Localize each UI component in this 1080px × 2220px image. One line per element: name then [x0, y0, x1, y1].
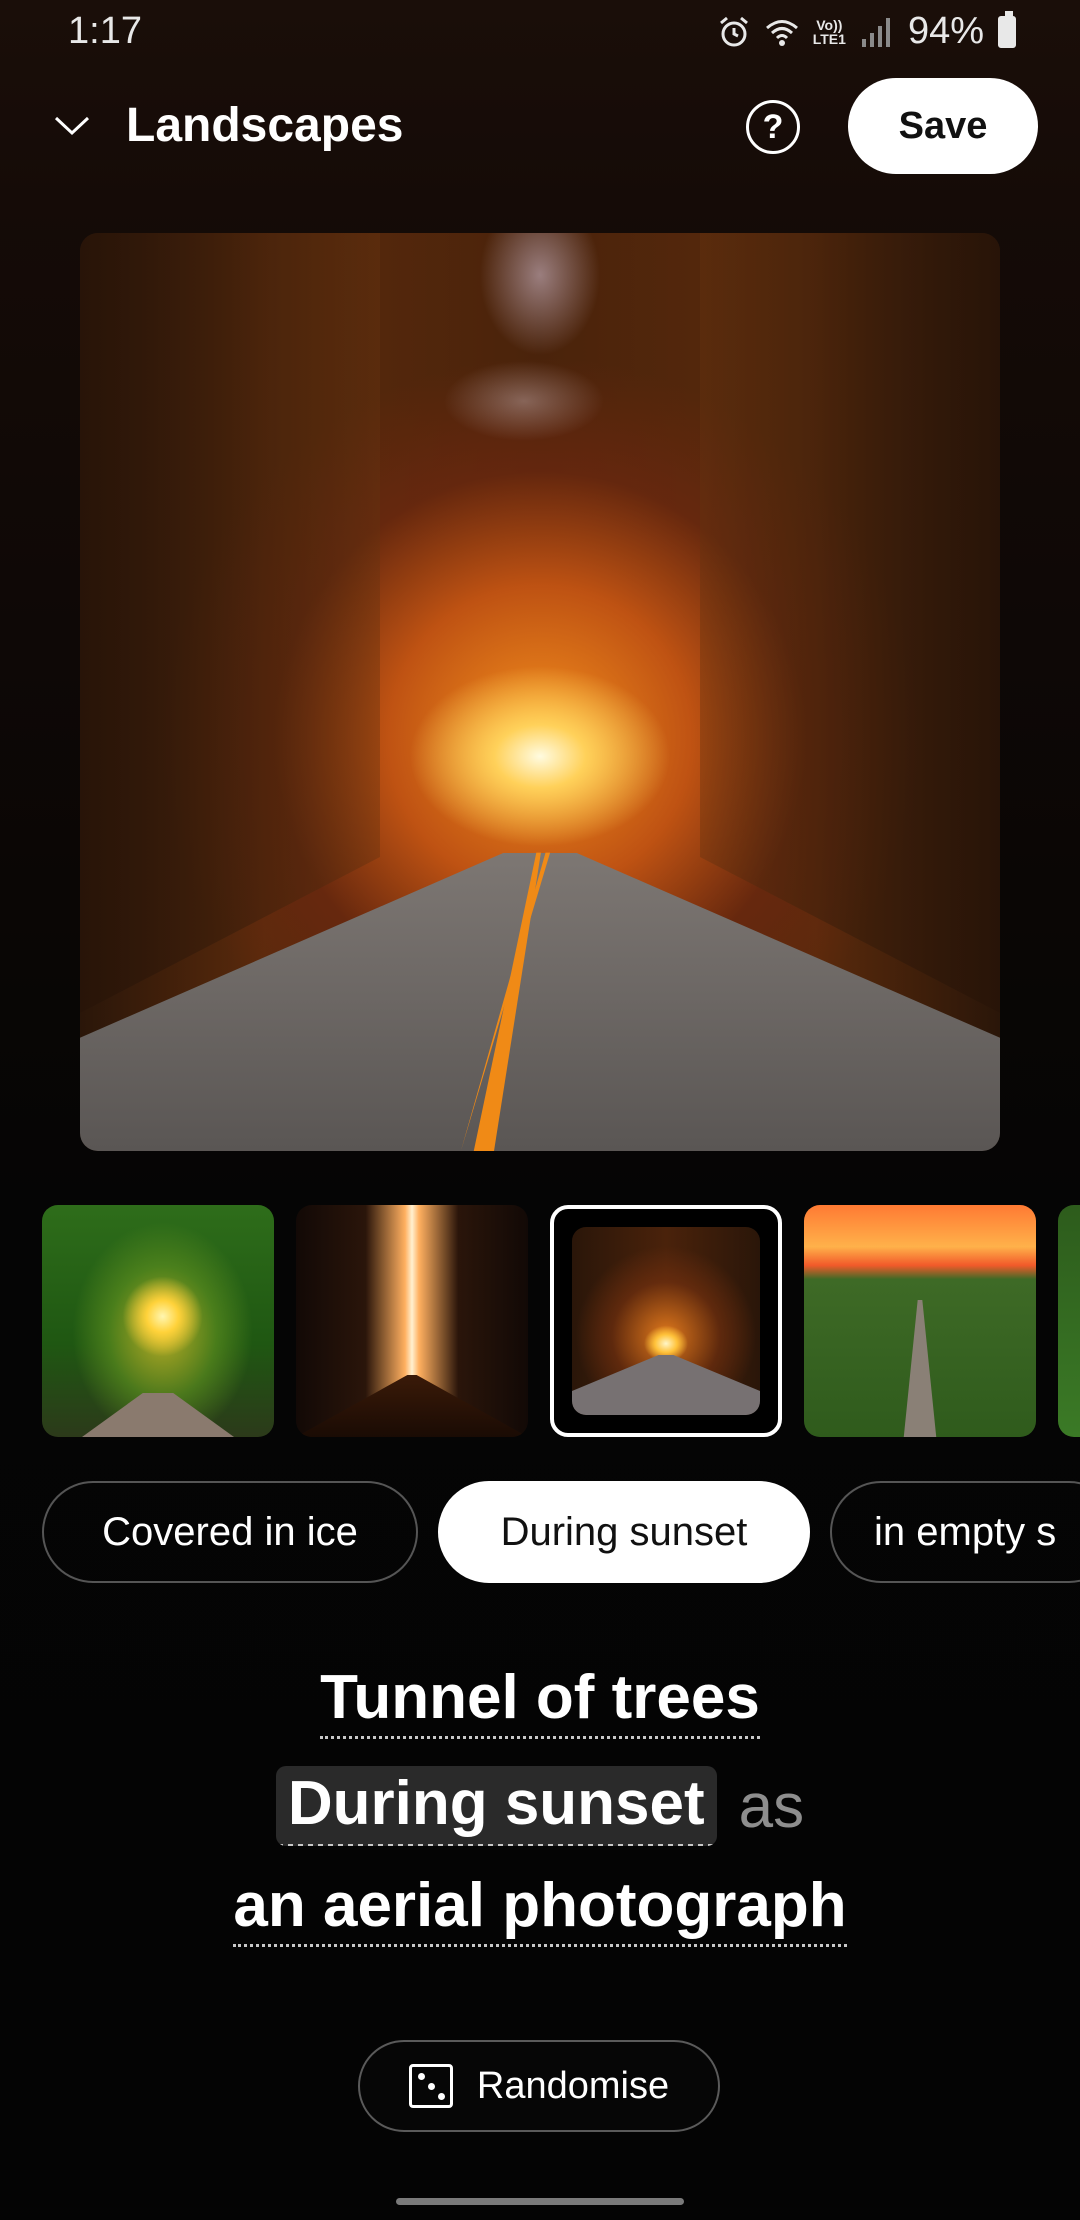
- help-button[interactable]: ?: [746, 100, 800, 154]
- prompt-style[interactable]: an aerial photograph: [233, 1873, 847, 1947]
- chip-in-empty-space[interactable]: in empty s: [830, 1481, 1080, 1583]
- dice-icon: [408, 2064, 453, 2108]
- page-title: Landscapes: [126, 99, 404, 152]
- lte-label: LTE1: [812, 30, 846, 47]
- randomise-label: Randomise: [476, 2064, 670, 2107]
- status-icons: Vo)) LTE1 94%: [717, 10, 1016, 53]
- generated-image-preview: [80, 233, 1000, 1151]
- chip-during-sunset[interactable]: During sunset: [438, 1481, 810, 1583]
- style-chips: Covered in ice During sunset in empty s: [0, 1481, 1080, 1587]
- help-icon: ?: [762, 107, 784, 146]
- volte-label: Vo)): [816, 16, 843, 33]
- collapse-button[interactable]: [44, 98, 100, 154]
- randomise-button[interactable]: Randomise: [358, 2040, 720, 2132]
- preview-trees-right: [700, 233, 1000, 1013]
- thumbnail-aerial-road[interactable]: [804, 1205, 1036, 1437]
- chip-label: Covered in ice: [102, 1509, 358, 1554]
- thumbnail-selected-image: [572, 1227, 760, 1415]
- alarm-icon: [719, 16, 748, 46]
- prompt-line-modifier: During sunset as: [0, 1754, 1080, 1858]
- top-app-bar: Landscapes ? Save: [0, 76, 1080, 176]
- variation-thumbnails: [0, 1205, 1080, 1437]
- prompt-connector: as: [738, 1771, 805, 1841]
- prompt-line-style: an aerial photograph: [0, 1858, 1080, 1962]
- status-bar: 1:17 Vo)) LTE1 94%: [0, 0, 1080, 66]
- save-button[interactable]: Save: [848, 78, 1038, 174]
- chip-label: During sunset: [500, 1509, 748, 1554]
- battery-percent: 94%: [907, 10, 984, 52]
- prompt-modifier[interactable]: During sunset: [275, 1766, 717, 1846]
- thumbnail-partial[interactable]: [1058, 1205, 1080, 1437]
- prompt-text: Tunnel of trees During sunset as an aeri…: [0, 1650, 1080, 1962]
- preview-trees-left: [80, 233, 380, 1013]
- preview-sky: [380, 233, 700, 653]
- home-indicator[interactable]: [396, 2198, 684, 2205]
- thumbnail-selected-sunset-tunnel[interactable]: [550, 1205, 782, 1437]
- volte-lte-indicator: Vo)) LTE1: [813, 18, 846, 46]
- thumbnail-green-tunnel[interactable]: [42, 1205, 274, 1437]
- app-screen: 1:17 Vo)) LTE1 94% Landscapes ? Save Cov…: [0, 0, 1080, 2220]
- chip-covered-in-ice[interactable]: Covered in ice: [42, 1481, 418, 1583]
- battery-icon: [998, 10, 1016, 48]
- prompt-line-subject: Tunnel of trees: [0, 1650, 1080, 1754]
- status-time: 1:17: [68, 10, 142, 52]
- wifi-icon: [765, 19, 798, 46]
- signal-icon: [861, 17, 890, 47]
- prompt-subject[interactable]: Tunnel of trees: [320, 1665, 760, 1739]
- chevron-down-icon: [54, 116, 90, 136]
- thumbnail-dark-forest[interactable]: [296, 1205, 528, 1437]
- chip-label: in empty s: [874, 1509, 1057, 1554]
